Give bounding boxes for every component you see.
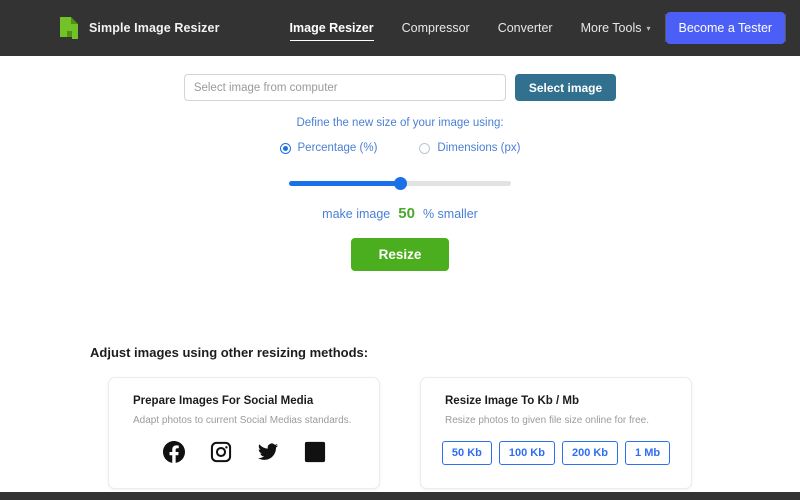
linkedin-icon[interactable] xyxy=(304,441,326,468)
brand-logo-link[interactable]: Simple Image Resizer xyxy=(57,15,220,41)
card-title: Resize Image To Kb / Mb xyxy=(445,395,579,407)
size-mode-radio-group: Percentage (%) Dimensions (px) xyxy=(0,142,800,154)
become-a-tester-button[interactable]: Become a Tester xyxy=(665,11,786,45)
filesize-button-1mb[interactable]: 1 Mb xyxy=(625,441,671,465)
filesize-button-200kb[interactable]: 200 Kb xyxy=(561,441,619,465)
resize-button-wrap: Resize xyxy=(0,238,800,271)
nav-label: Compressor xyxy=(401,20,470,35)
nav-item-image-resizer[interactable]: Image Resizer xyxy=(276,0,388,56)
radio-label-dimensions: Dimensions (px) xyxy=(437,142,521,154)
filesize-button-100kb[interactable]: 100 Kb xyxy=(498,441,555,465)
select-image-button[interactable]: Select image xyxy=(514,74,617,101)
amount-suffix: % smaller xyxy=(422,207,478,221)
card-subtitle: Resize photos to given file size online … xyxy=(445,415,649,426)
amount-prefix: make image xyxy=(322,207,391,221)
nav-item-compressor[interactable]: Compressor xyxy=(388,0,484,56)
site-footer xyxy=(0,492,800,500)
upload-row: Select image xyxy=(0,74,800,101)
nav-label: Converter xyxy=(497,20,553,35)
main-content: Select image Define the new size of your… xyxy=(0,74,800,489)
radio-label-percentage: Percentage (%) xyxy=(297,142,378,154)
slider-fill xyxy=(289,181,400,186)
radio-option-dimensions[interactable]: Dimensions (px) xyxy=(419,142,520,154)
define-size-label: Define the new size of your image using: xyxy=(296,117,504,129)
method-cards: Prepare Images For Social Media Adapt ph… xyxy=(0,377,800,489)
filesize-button-row: 50 Kb 100 Kb 200 Kb 1 Mb xyxy=(441,441,671,465)
chevron-down-icon: ▾ xyxy=(646,24,651,33)
radio-unselected-icon[interactable] xyxy=(419,142,431,154)
slider-thumb[interactable] xyxy=(393,177,407,190)
radio-option-percentage[interactable]: Percentage (%) xyxy=(279,142,378,154)
amount-readout: make image 50 % smaller xyxy=(0,205,800,222)
nav-label: More Tools xyxy=(580,20,642,35)
nav-item-more-tools[interactable]: More Tools ▾ xyxy=(567,0,665,56)
amount-value: 50 xyxy=(398,205,415,222)
card-social-media[interactable]: Prepare Images For Social Media Adapt ph… xyxy=(108,377,380,489)
instagram-icon[interactable] xyxy=(210,441,232,468)
select-image-input[interactable] xyxy=(183,74,506,101)
main-nav: Image Resizer Compressor Converter More … xyxy=(276,0,800,56)
active-underline xyxy=(289,39,374,41)
green-leaf-logo-icon xyxy=(57,15,81,41)
card-subtitle: Adapt photos to current Social Medias st… xyxy=(133,415,352,426)
card-title: Prepare Images For Social Media xyxy=(133,395,314,407)
nav-item-converter[interactable]: Converter xyxy=(484,0,567,56)
social-icon-row xyxy=(133,441,355,468)
twitter-icon[interactable] xyxy=(257,441,279,468)
brand-name: Simple Image Resizer xyxy=(89,21,220,35)
percentage-slider[interactable] xyxy=(289,176,511,190)
resize-button[interactable]: Resize xyxy=(350,238,450,271)
site-header: Simple Image Resizer Image Resizer Compr… xyxy=(0,0,800,56)
filesize-button-50kb[interactable]: 50 Kb xyxy=(441,441,492,465)
nav-item-for-business[interactable]: For Business xyxy=(786,21,800,35)
other-methods-heading: Adjust images using other resizing metho… xyxy=(90,345,369,360)
facebook-icon[interactable] xyxy=(162,441,185,468)
radio-selected-icon[interactable] xyxy=(279,142,291,154)
card-resize-to-filesize[interactable]: Resize Image To Kb / Mb Resize photos to… xyxy=(420,377,692,489)
nav-label: Image Resizer xyxy=(289,20,374,35)
